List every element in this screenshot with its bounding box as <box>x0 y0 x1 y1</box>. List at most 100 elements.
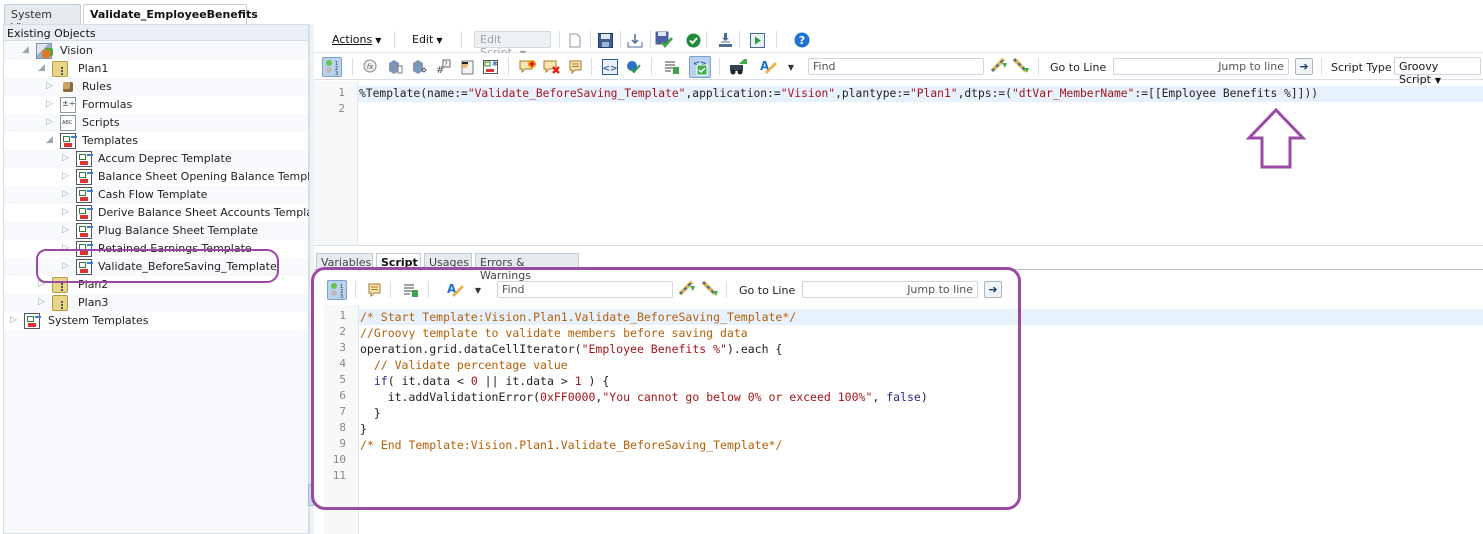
tab-validate-employee-benefits[interactable]: Validate_EmployeeBenefits <box>83 4 258 25</box>
tree-item[interactable]: ▷ Rules <box>4 78 308 96</box>
code-block-icon[interactable]: <> <box>601 58 619 76</box>
expand-icon[interactable]: ▷ <box>62 171 72 181</box>
tree-item[interactable]: ▷ Plug Balance Sheet Template <box>4 222 308 240</box>
expand-icon[interactable]: ▷ <box>10 315 20 325</box>
tree-item[interactable]: ▷ Accum Deprec Template <box>4 150 308 168</box>
code-line[interactable]: //Groovy template to validate members be… <box>359 325 1483 341</box>
deploy-icon[interactable] <box>716 31 734 49</box>
script-type-select[interactable]: Groovy Script ▼ <box>1394 57 1481 86</box>
chevron-down-icon[interactable]: ▼ <box>469 281 487 299</box>
tree-item[interactable]: ▷ Formulas <box>4 96 308 114</box>
edit-script-dropdown[interactable]: Edit Script▼ <box>474 31 551 59</box>
variable-icon[interactable]: #? <box>434 58 452 76</box>
member-icon[interactable] <box>386 58 404 76</box>
template-call-editor[interactable]: 12 %Template(name:="Validate_BeforeSavin… <box>314 81 1483 246</box>
add-comment-icon[interactable] <box>519 58 537 76</box>
chevron-down-icon[interactable]: ▼ <box>782 58 800 76</box>
code-line[interactable]: it.addValidationError(0xFF0000,"You cann… <box>359 389 1483 405</box>
rtp-icon[interactable] <box>458 58 476 76</box>
line-numbers-icon[interactable]: 123 <box>327 280 347 300</box>
separator <box>461 31 462 48</box>
tab-usages[interactable]: Usages <box>424 253 472 270</box>
remove-comment-icon[interactable] <box>543 58 561 76</box>
tab-script[interactable]: Script <box>376 253 421 271</box>
expand-icon[interactable]: ▷ <box>62 261 72 271</box>
tree-item[interactable]: ▷ Plan3 <box>4 294 308 312</box>
script-editor[interactable]: 1 2 3 4 5 6 7 8 9 10 11 /* Start Template:Vision.P… <box>324 305 1483 534</box>
tree-item[interactable]: ◢ Templates <box>4 132 308 150</box>
expand-icon[interactable]: ▷ <box>46 81 56 91</box>
new-icon[interactable] <box>566 31 584 49</box>
tree-item-label: Balance Sheet Opening Balance Template <box>98 170 329 183</box>
jump-to-line-input[interactable] <box>1113 58 1289 75</box>
validate-icon[interactable] <box>684 31 702 49</box>
find-next-icon[interactable] <box>678 280 696 298</box>
find-prev-icon[interactable] <box>1012 57 1030 75</box>
go-to-line-button[interactable]: ➜ <box>984 281 1002 298</box>
tree-item[interactable]: ◢ Plan1 <box>4 60 308 78</box>
tab-variables[interactable]: Variables <box>316 253 373 270</box>
expand-icon[interactable]: ▷ <box>62 207 72 217</box>
format-icon[interactable] <box>402 281 420 299</box>
save-validate-icon[interactable] <box>655 30 673 48</box>
code-line[interactable]: } <box>359 421 1483 437</box>
download-icon[interactable] <box>626 31 644 49</box>
syntax-icon[interactable]: <> <box>689 56 711 78</box>
line-number-gutter: 12 <box>314 81 358 245</box>
debug-icon[interactable] <box>729 57 747 75</box>
tree-item[interactable]: ▷ System Templates <box>4 312 308 330</box>
collapse-icon[interactable]: ◢ <box>38 63 48 73</box>
template-icon[interactable]: ✱ <box>482 58 500 76</box>
expand-icon[interactable]: ▷ <box>62 153 72 163</box>
help-icon[interactable]: ? <box>793 31 811 49</box>
syntax-check-icon[interactable] <box>625 58 643 76</box>
jump-to-line-input[interactable] <box>802 281 978 298</box>
code-line[interactable] <box>358 102 1483 118</box>
tab-system-view[interactable]: System View <box>4 4 81 34</box>
expand-icon[interactable]: ▷ <box>46 117 56 127</box>
find-prev-icon[interactable] <box>701 280 719 298</box>
comment-icon[interactable] <box>567 58 585 76</box>
save-icon[interactable] <box>596 31 614 49</box>
function-icon[interactable]: fx <box>362 58 380 76</box>
color-theme-icon[interactable]: A <box>446 280 464 298</box>
edit-menu[interactable]: Edit ▼ <box>412 33 442 46</box>
expand-icon[interactable]: ▷ <box>46 99 56 109</box>
member-range-icon[interactable] <box>410 58 428 76</box>
code-line[interactable]: operation.grid.dataCellIterator("Employe… <box>359 341 1483 357</box>
tree-item[interactable]: ▷ Plan2 <box>4 276 308 294</box>
comment-icon[interactable] <box>366 281 384 299</box>
expand-icon[interactable]: ▷ <box>62 189 72 199</box>
tree-item[interactable]: ▷ Retained Earnings Template <box>4 240 308 258</box>
code-line[interactable]: // Validate percentage value <box>359 357 1483 373</box>
code-line[interactable]: } <box>359 405 1483 421</box>
tree-item[interactable]: ▷ Validate_BeforeSaving_Template <box>4 258 308 276</box>
code-line[interactable]: /* End Template:Vision.Plan1.Validate_Be… <box>359 437 1483 453</box>
expand-icon[interactable]: ▷ <box>38 279 48 289</box>
find-next-icon[interactable] <box>990 57 1008 75</box>
find-input[interactable] <box>497 281 673 298</box>
launch-icon[interactable] <box>748 31 766 49</box>
tree-item[interactable]: ◢ Vision <box>4 42 308 60</box>
collapse-icon[interactable]: ◢ <box>22 45 32 55</box>
line-numbers-icon[interactable]: 123 <box>322 57 342 77</box>
expand-icon[interactable]: ▷ <box>62 225 72 235</box>
code-line[interactable]: if( it.data < 0 || it.data > 1 ) { <box>359 373 1483 389</box>
collapse-icon[interactable]: ◢ <box>46 135 56 145</box>
find-input[interactable] <box>808 58 984 75</box>
tree-item[interactable]: ▷ Balance Sheet Opening Balance Template <box>4 168 328 186</box>
tree-item[interactable]: ▷ Scripts <box>4 114 308 132</box>
code-line[interactable]: %Template(name:="Validate_BeforeSaving_T… <box>358 86 1483 102</box>
color-theme-icon[interactable]: A <box>759 57 777 75</box>
go-to-line-button[interactable]: ➜ <box>1295 58 1313 75</box>
format-icon[interactable] <box>663 58 681 76</box>
tree-item[interactable]: ▷ Cash Flow Template <box>4 186 308 204</box>
tab-errors-warnings[interactable]: Errors & Warnings <box>475 253 579 282</box>
actions-menu[interactable]: Actions ▼ <box>332 33 381 46</box>
tree-item[interactable]: ▷ Derive Balance Sheet Accounts Template <box>4 204 324 222</box>
code-line[interactable] <box>359 453 1483 469</box>
code-line[interactable] <box>359 469 1483 485</box>
expand-icon[interactable]: ▷ <box>62 243 72 253</box>
expand-icon[interactable]: ▷ <box>38 297 48 307</box>
code-line[interactable]: /* Start Template:Vision.Plan1.Validate_… <box>359 309 1483 325</box>
